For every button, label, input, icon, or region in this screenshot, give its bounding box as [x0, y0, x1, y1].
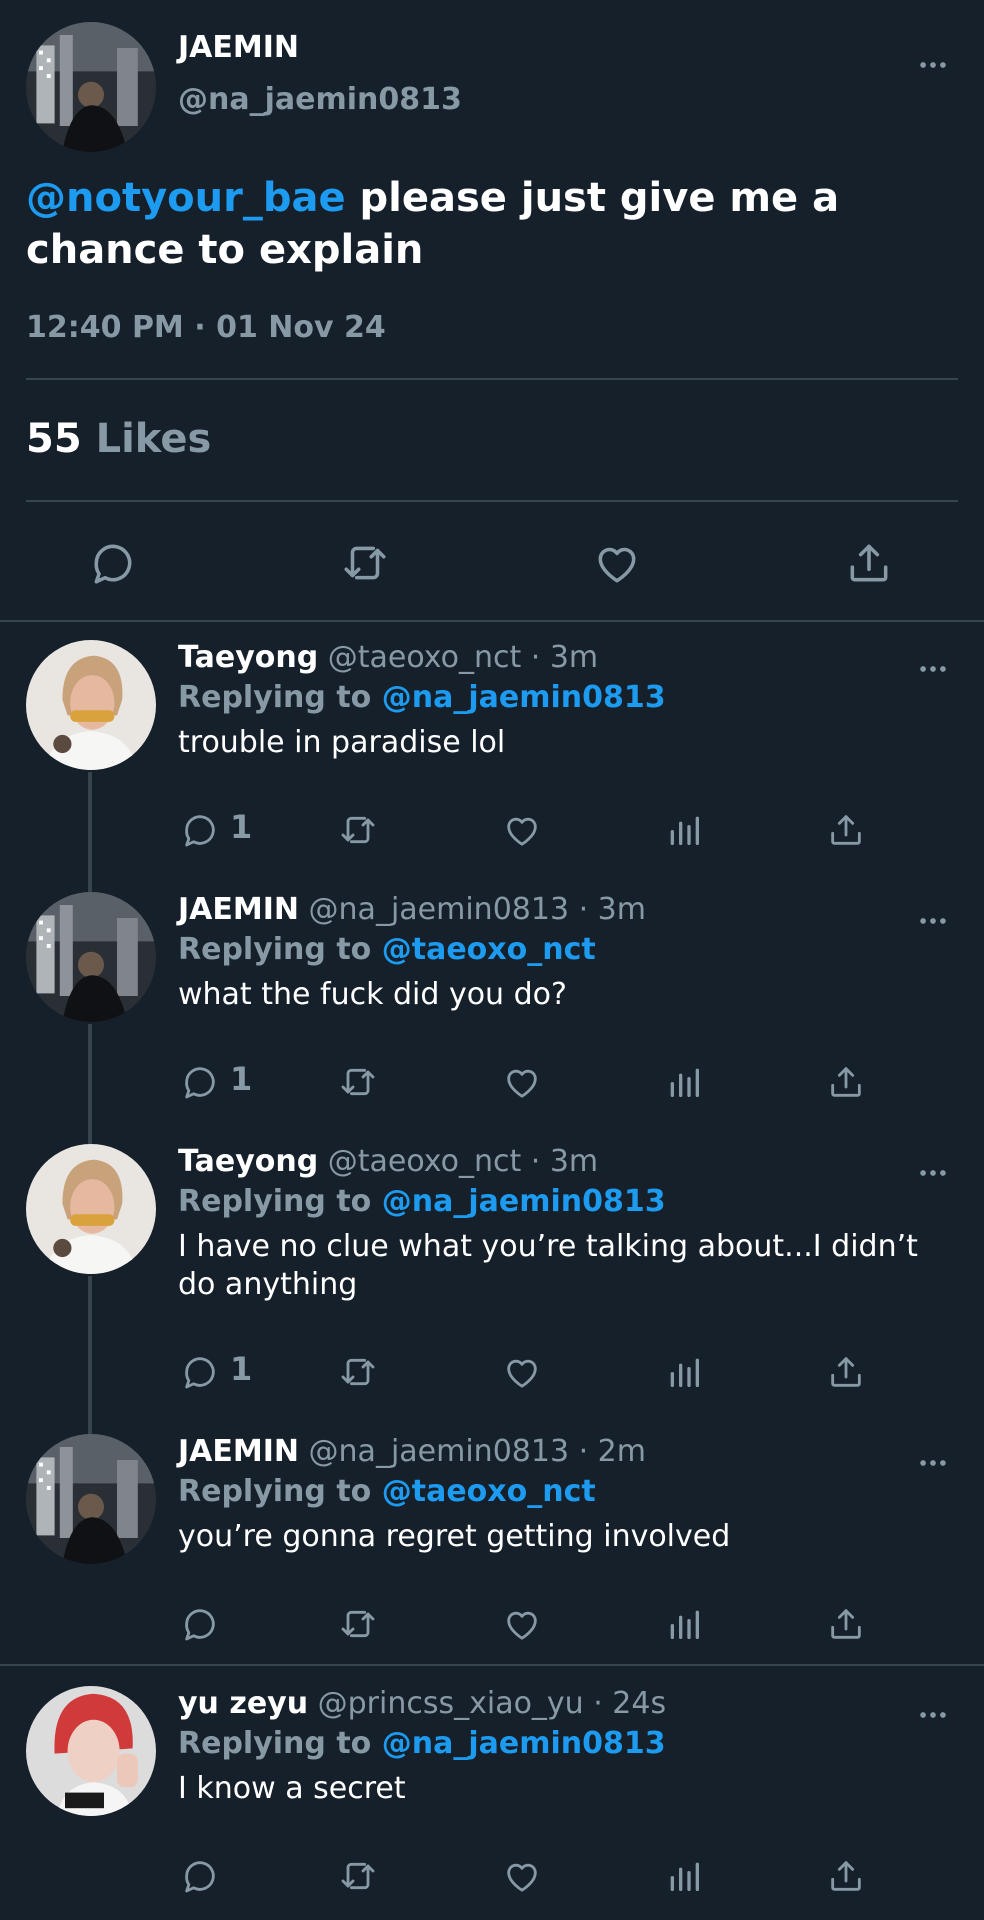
heart-icon[interactable] — [502, 1856, 542, 1896]
share-icon[interactable] — [826, 810, 866, 850]
retweet-icon[interactable] — [338, 810, 378, 850]
tweet-text: I know a secret — [178, 1771, 406, 1806]
more-icon[interactable] — [916, 1156, 950, 1190]
more-icon[interactable] — [916, 1446, 950, 1480]
tweet-text: @notyour_bae please just give me a chanc… — [26, 172, 926, 276]
reply-header: JAEMIN @na_jaemin0813 · 2m — [178, 1434, 646, 1469]
likes-label: Likes — [95, 416, 212, 462]
tweet-text: I have no clue what you’re talking about… — [178, 1229, 918, 1302]
likes-summary[interactable]: 55 Likes — [26, 416, 211, 462]
heart-icon[interactable] — [502, 1352, 542, 1392]
share-icon[interactable] — [826, 1604, 866, 1644]
stats-icon[interactable] — [664, 1604, 704, 1644]
reply-icon[interactable] — [88, 538, 138, 588]
replying-to: Replying to @taeoxo_nct — [178, 1474, 596, 1509]
replying-to: Replying to @na_jaemin0813 — [178, 1184, 666, 1219]
retweet-icon[interactable] — [338, 1856, 378, 1896]
replying-label: Replying to — [178, 932, 372, 967]
share-icon[interactable] — [844, 538, 894, 588]
author-name[interactable]: JAEMIN — [178, 1434, 299, 1469]
retweet-icon[interactable] — [340, 538, 390, 588]
reply-count: 1 — [230, 1060, 253, 1098]
mention-link[interactable]: @na_jaemin0813 — [382, 680, 666, 715]
author-name[interactable]: Taeyong — [178, 640, 318, 675]
replying-to: Replying to @na_jaemin0813 — [178, 1726, 666, 1761]
share-icon[interactable] — [826, 1062, 866, 1102]
reply-header: JAEMIN @na_jaemin0813 · 3m — [178, 892, 646, 927]
retweet-icon[interactable] — [338, 1352, 378, 1392]
share-icon[interactable] — [826, 1352, 866, 1392]
reply-icon[interactable] — [180, 1352, 220, 1392]
divider — [26, 500, 958, 502]
mention-link[interactable]: @na_jaemin0813 — [382, 1184, 666, 1219]
action-bar: 1 — [0, 1060, 984, 1106]
replying-label: Replying to — [178, 680, 372, 715]
retweet-icon[interactable] — [338, 1604, 378, 1644]
divider — [26, 378, 958, 380]
heart-icon[interactable] — [502, 1604, 542, 1644]
author-meta[interactable]: @taeoxo_nct · 3m — [328, 1144, 598, 1179]
avatar[interactable] — [26, 640, 156, 770]
more-icon[interactable] — [916, 48, 950, 82]
main-tweet: JAEMIN @na_jaemin0813 @notyour_bae pleas… — [0, 0, 984, 622]
tweet-timestamp[interactable]: 12:40 PM · 01 Nov 24 — [26, 310, 386, 345]
tweet-text: what the fuck did you do? — [178, 977, 567, 1012]
replying-to: Replying to @na_jaemin0813 — [178, 680, 666, 715]
action-bar — [0, 1856, 984, 1900]
author-meta[interactable]: @taeoxo_nct · 3m — [328, 640, 598, 675]
more-icon[interactable] — [916, 652, 950, 686]
author-meta[interactable]: @na_jaemin0813 · 3m — [309, 892, 646, 927]
avatar[interactable] — [26, 892, 156, 1022]
heart-icon[interactable] — [592, 538, 642, 588]
stats-icon[interactable] — [664, 810, 704, 850]
mention-link[interactable]: @taeoxo_nct — [382, 1474, 596, 1509]
reply-count: 1 — [230, 808, 253, 846]
divider — [0, 1664, 984, 1666]
reply-count: 1 — [230, 1350, 253, 1388]
reply-icon[interactable] — [180, 1062, 220, 1102]
author-name[interactable]: yu zeyu — [178, 1686, 308, 1721]
heart-icon[interactable] — [502, 810, 542, 850]
stats-icon[interactable] — [664, 1856, 704, 1896]
likes-count: 55 — [26, 416, 82, 462]
author-handle[interactable]: @na_jaemin0813 — [178, 82, 462, 117]
author-name[interactable]: JAEMIN — [178, 892, 299, 927]
author-name[interactable]: Taeyong — [178, 1144, 318, 1179]
avatar[interactable] — [26, 22, 156, 152]
action-bar: 1 — [0, 1350, 984, 1396]
replying-to: Replying to @taeoxo_nct — [178, 932, 596, 967]
avatar[interactable] — [26, 1686, 156, 1816]
avatar[interactable] — [26, 1434, 156, 1564]
more-icon[interactable] — [916, 904, 950, 938]
replying-label: Replying to — [178, 1184, 372, 1219]
reply-header: Taeyong @taeoxo_nct · 3m — [178, 640, 598, 675]
mention-link[interactable]: @na_jaemin0813 — [382, 1726, 666, 1761]
reply-header: Taeyong @taeoxo_nct · 3m — [178, 1144, 598, 1179]
stats-icon[interactable] — [664, 1062, 704, 1102]
author-meta[interactable]: @na_jaemin0813 · 2m — [309, 1434, 646, 1469]
reply-icon[interactable] — [180, 1856, 220, 1896]
action-bar: 1 — [0, 808, 984, 854]
replying-label: Replying to — [178, 1726, 372, 1761]
author-name[interactable]: JAEMIN — [178, 30, 299, 65]
mention-link[interactable]: @taeoxo_nct — [382, 932, 596, 967]
share-icon[interactable] — [826, 1856, 866, 1896]
tweet-text: you’re gonna regret getting involved — [178, 1519, 731, 1554]
mention-link[interactable]: @notyour_bae — [26, 175, 346, 221]
avatar[interactable] — [26, 1144, 156, 1274]
replying-label: Replying to — [178, 1474, 372, 1509]
reply-icon[interactable] — [180, 810, 220, 850]
action-bar — [0, 1604, 984, 1648]
stats-icon[interactable] — [664, 1352, 704, 1392]
reply-icon[interactable] — [180, 1604, 220, 1644]
more-icon[interactable] — [916, 1698, 950, 1732]
retweet-icon[interactable] — [338, 1062, 378, 1102]
heart-icon[interactable] — [502, 1062, 542, 1102]
author-meta[interactable]: @princss_xiao_yu · 24s — [318, 1686, 667, 1721]
reply-header: yu zeyu @princss_xiao_yu · 24s — [178, 1686, 666, 1721]
tweet-text: trouble in paradise lol — [178, 725, 506, 760]
